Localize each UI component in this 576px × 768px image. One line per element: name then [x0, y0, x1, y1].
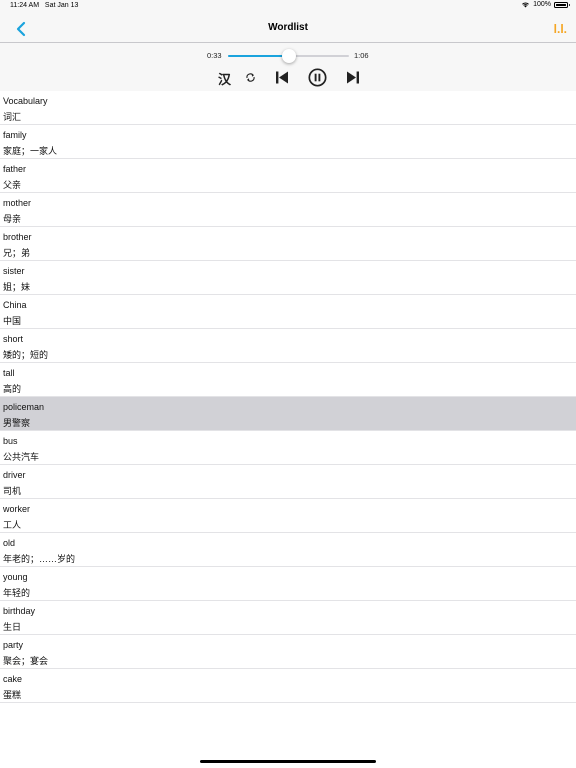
list-item[interactable]: sister 姐；妹	[0, 261, 576, 295]
status-time: 11:24 AM	[10, 2, 40, 9]
word-text: mother	[3, 198, 32, 208]
word-meaning: 聚会；宴会	[3, 656, 49, 666]
word-text: bus	[3, 436, 18, 446]
list-item[interactable]: party 聚会；宴会	[0, 635, 576, 669]
repeat-icon[interactable]	[245, 72, 256, 83]
list-item[interactable]: birthday 生日	[0, 601, 576, 635]
word-meaning: 生日	[3, 622, 22, 632]
word-text: sister	[3, 266, 25, 276]
progress-fill	[228, 55, 289, 57]
word-text: family	[3, 130, 27, 140]
word-meaning: 家庭；一家人	[3, 146, 58, 156]
font-size-button[interactable]: l.l.	[554, 22, 567, 36]
pause-icon[interactable]	[308, 68, 327, 87]
list-item[interactable]: old 年老的；……岁的	[0, 533, 576, 567]
total-time: 1:06	[354, 51, 369, 60]
list-item[interactable]: Vocabulary 词汇	[0, 91, 576, 125]
word-meaning: 年轻的	[3, 588, 31, 598]
word-meaning: 男警察	[3, 418, 31, 428]
battery-icon	[554, 1, 570, 8]
word-text: Vocabulary	[3, 96, 48, 106]
word-meaning: 父亲	[3, 180, 22, 190]
status-time-date: 11:24 AM Sat Jan 13	[10, 2, 78, 9]
word-meaning: 蛋糕	[3, 690, 22, 700]
word-text: brother	[3, 232, 32, 242]
word-text: worker	[3, 504, 31, 514]
list-item[interactable]: family 家庭；一家人	[0, 125, 576, 159]
word-text: father	[3, 164, 27, 174]
list-item[interactable]: young 年轻的	[0, 567, 576, 601]
word-meaning: 公共汽车	[3, 452, 40, 462]
word-meaning: 中国	[3, 316, 22, 326]
progress-thumb[interactable]	[281, 49, 296, 63]
word-text: policeman	[3, 402, 45, 412]
list-item[interactable]: brother 兄；弟	[0, 227, 576, 261]
word-text: party	[3, 640, 24, 650]
list-item[interactable]: worker 工人	[0, 499, 576, 533]
page-title: Wordlist	[268, 22, 308, 33]
word-list: Vocabulary 词汇 family 家庭；一家人 father 父亲 mother 母亲…	[0, 91, 576, 703]
word-meaning: 工人	[3, 520, 22, 530]
word-text: cake	[3, 674, 23, 684]
list-item[interactable]: tall 高的	[0, 363, 576, 397]
word-text: driver	[3, 470, 26, 480]
list-item[interactable]: driver 司机	[0, 465, 576, 499]
chinese-toggle-button[interactable]: 汉	[218, 69, 231, 88]
list-item[interactable]: bus 公共汽车	[0, 431, 576, 465]
word-meaning: 姐；妹	[3, 282, 31, 292]
audio-player: 0:33 1:06 汉	[0, 43, 576, 91]
word-text: tall	[3, 368, 15, 378]
list-item[interactable]: cake 蛋糕	[0, 669, 576, 703]
word-meaning: 高的	[3, 384, 22, 394]
skip-back-icon[interactable]	[275, 71, 289, 84]
home-indicator	[200, 760, 376, 763]
word-text: China	[3, 300, 27, 310]
word-meaning: 母亲	[3, 214, 22, 224]
progress-slider[interactable]	[228, 49, 349, 63]
word-text: birthday	[3, 606, 36, 616]
word-text: short	[3, 334, 24, 344]
list-item[interactable]: short 矮的；短的	[0, 329, 576, 363]
word-text: old	[3, 538, 16, 548]
current-time: 0:33	[207, 51, 222, 60]
word-meaning: 兄；弟	[3, 248, 31, 258]
top-bar: 11:24 AM Sat Jan 13 100% Wordlist l.l.	[0, 0, 576, 43]
word-meaning: 年老的；……岁的	[3, 554, 76, 564]
word-meaning: 司机	[3, 486, 22, 496]
status-date: Sat Jan 13	[44, 2, 79, 9]
battery-percent: 100%	[533, 1, 551, 8]
wordlist-screen: 11:24 AM Sat Jan 13 100% Wordlist l.l. 0…	[0, 0, 576, 768]
word-text: young	[3, 572, 28, 582]
list-item[interactable]: China 中国	[0, 295, 576, 329]
skip-forward-icon[interactable]	[346, 71, 360, 84]
word-meaning: 词汇	[3, 112, 22, 122]
status-right: 100%	[521, 1, 570, 8]
list-item[interactable]: father 父亲	[0, 159, 576, 193]
list-item[interactable]: mother 母亲	[0, 193, 576, 227]
word-meaning: 矮的；短的	[3, 350, 49, 360]
list-item[interactable]: policeman 男警察	[0, 397, 576, 431]
wifi-icon	[522, 2, 529, 8]
